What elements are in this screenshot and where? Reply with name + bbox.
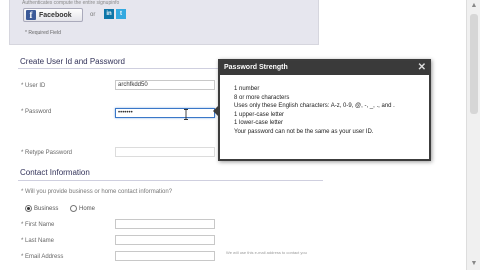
linkedin-icon[interactable]: in [104, 9, 114, 19]
email-address-label: * Email Address [21, 254, 64, 260]
rule-number: 1 number [234, 86, 260, 92]
facebook-button-label: Facebook [39, 11, 72, 19]
first-name-input[interactable] [115, 219, 215, 229]
signup-page: Authenticates compute the entire signupi… [0, 0, 480, 270]
first-name-label: * First Name [21, 222, 55, 228]
password-strength-tooltip: Password Strength ✕ 1 number 8 or more c… [213, 59, 431, 161]
facebook-icon: f [26, 10, 36, 20]
user-id-label: * User ID [21, 83, 46, 89]
radio-home-button[interactable] [70, 205, 77, 212]
close-icon[interactable]: ✕ [418, 61, 426, 74]
or-text: or [90, 12, 96, 18]
rule-characters: Uses only these English characters: A-z,… [234, 103, 395, 110]
last-name-input[interactable] [115, 235, 215, 245]
page-scrollbar[interactable]: ▲ ▼ [466, 0, 480, 270]
tooltip-arrow [213, 105, 219, 117]
social-note: Authenticates compute the entire signupi… [22, 0, 120, 6]
radio-home-label: Home [79, 205, 96, 212]
radio-home[interactable]: Home [70, 205, 95, 212]
rule-length: 8 or more characters [234, 94, 290, 101]
scroll-down-icon[interactable]: ▼ [469, 259, 479, 269]
tooltip-title: Password Strength [224, 64, 288, 71]
user-id-input[interactable]: archfkdd50 [115, 80, 215, 90]
twitter-icon[interactable]: t [116, 9, 126, 19]
create-userid-section-title: Create User Id and Password [20, 57, 125, 66]
tooltip-body: 1 number 8 or more characters Uses only … [220, 75, 429, 137]
text-cursor-icon [184, 109, 188, 120]
password-input[interactable]: ••••••• [115, 108, 215, 118]
rule-uppercase: 1 upper-case letter [234, 111, 285, 118]
section-divider [18, 180, 323, 181]
contact-section-title: Contact Information [20, 168, 90, 177]
radio-business-label: Business [34, 205, 59, 212]
radio-business-button[interactable] [25, 205, 32, 212]
rule-lowercase: 1 lower-case letter [234, 120, 284, 127]
email-note: We will use this e-mail address to conta… [226, 250, 307, 255]
tooltip-header: Password Strength ✕ [220, 61, 429, 75]
password-label: * Password [21, 109, 52, 115]
scroll-up-icon[interactable]: ▲ [469, 1, 479, 11]
rule-not-userid: Your password can not be the same as you… [234, 128, 374, 135]
retype-password-input[interactable] [115, 147, 215, 157]
contact-type-question: * Will you provide business or home cont… [21, 189, 173, 195]
facebook-button[interactable]: f Facebook [23, 8, 83, 22]
required-field-note: * Required Field [25, 30, 61, 36]
retype-password-label: * Retype Password [21, 150, 73, 156]
email-address-input[interactable] [115, 251, 215, 261]
scrollbar-thumb[interactable] [470, 14, 478, 114]
social-signin-panel: Authenticates compute the entire signupi… [9, 0, 319, 45]
radio-business[interactable]: Business [25, 205, 58, 212]
last-name-label: * Last Name [21, 238, 55, 244]
